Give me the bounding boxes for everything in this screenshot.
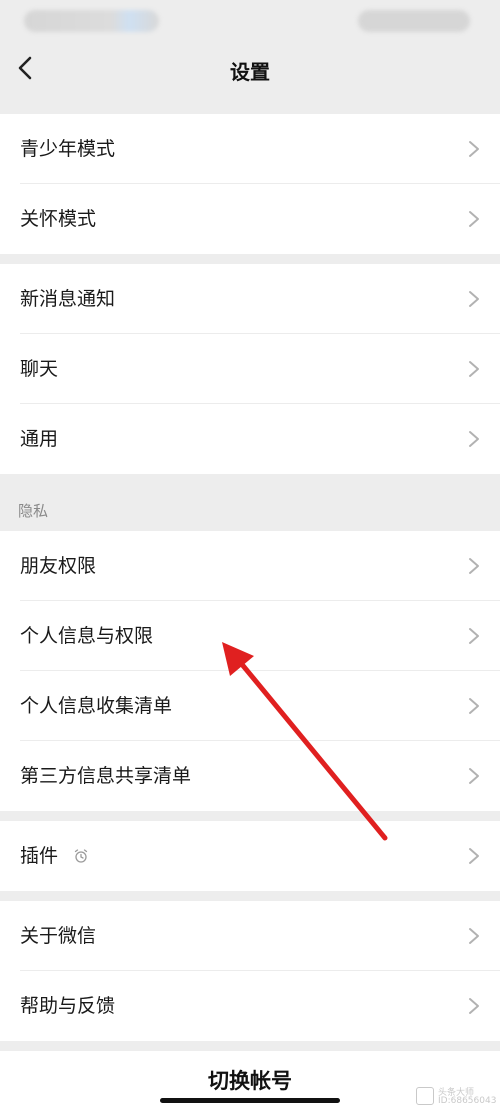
- settings-group-privacy: 朋友权限 个人信息与权限 个人信息收集清单 第三方信息共享清单: [0, 531, 500, 811]
- section-header-privacy: 隐私: [18, 502, 49, 520]
- settings-item-label: 第三方信息共享清单: [20, 765, 192, 787]
- settings-item-youth-mode[interactable]: 青少年模式: [0, 114, 500, 184]
- settings-item-label: 聊天: [20, 358, 59, 380]
- settings-item-label: 个人信息与权限: [20, 625, 154, 647]
- alarm-clock-icon: [74, 849, 88, 863]
- settings-item-label: 通用: [20, 428, 59, 450]
- settings-item-general[interactable]: 通用: [0, 404, 500, 474]
- settings-item-label: 新消息通知: [20, 288, 116, 310]
- settings-item-help-feedback[interactable]: 帮助与反馈: [0, 971, 500, 1041]
- settings-item-friend-permissions[interactable]: 朋友权限: [0, 531, 500, 601]
- navigation-bar: 设置: [0, 42, 500, 96]
- settings-item-label: 帮助与反馈: [20, 995, 116, 1017]
- status-bar-right-blurred: [358, 10, 470, 32]
- settings-item-label: 插件: [20, 845, 59, 867]
- chevron-right-icon: [469, 211, 479, 227]
- settings-item-label: 青少年模式: [20, 138, 116, 160]
- chevron-right-icon: [469, 848, 479, 864]
- settings-item-plugins[interactable]: 插件: [0, 821, 500, 891]
- settings-item-new-message-notification[interactable]: 新消息通知: [0, 264, 500, 334]
- chevron-right-icon: [469, 558, 479, 574]
- settings-item-label: 个人信息收集清单: [20, 695, 173, 717]
- watermark-logo: [416, 1087, 434, 1105]
- chevron-right-icon: [469, 431, 479, 447]
- settings-group-about: 关于微信 帮助与反馈: [0, 901, 500, 1041]
- watermark: 头条大师 ID:68656043: [416, 1085, 498, 1107]
- settings-item-label: 关于微信: [20, 925, 97, 947]
- settings-group-general: 新消息通知 聊天 通用: [0, 264, 500, 474]
- chevron-right-icon: [469, 698, 479, 714]
- chevron-right-icon: [469, 141, 479, 157]
- settings-item-chat[interactable]: 聊天: [0, 334, 500, 404]
- status-bar: [0, 0, 500, 42]
- settings-item-care-mode[interactable]: 关怀模式: [0, 184, 500, 254]
- settings-item-personal-info-permissions[interactable]: 个人信息与权限: [0, 601, 500, 671]
- chevron-right-icon: [469, 768, 479, 784]
- status-bar-left-blurred: [24, 10, 159, 32]
- chevron-right-icon: [469, 998, 479, 1014]
- chevron-right-icon: [469, 928, 479, 944]
- home-indicator: [160, 1098, 340, 1103]
- settings-item-about-wechat[interactable]: 关于微信: [0, 901, 500, 971]
- settings-item-label: 朋友权限: [20, 555, 97, 577]
- settings-group-plugins: 插件: [0, 821, 500, 891]
- page-title: 设置: [230, 60, 270, 84]
- chevron-right-icon: [469, 361, 479, 377]
- chevron-right-icon: [469, 291, 479, 307]
- settings-group-modes: 青少年模式 关怀模式: [0, 114, 500, 254]
- settings-item-third-party-sharing-list[interactable]: 第三方信息共享清单: [0, 741, 500, 811]
- settings-item-personal-info-collection-list[interactable]: 个人信息收集清单: [0, 671, 500, 741]
- chevron-right-icon: [469, 628, 479, 644]
- settings-item-label: 关怀模式: [20, 208, 97, 230]
- watermark-line2: ID:68656043: [438, 1096, 497, 1106]
